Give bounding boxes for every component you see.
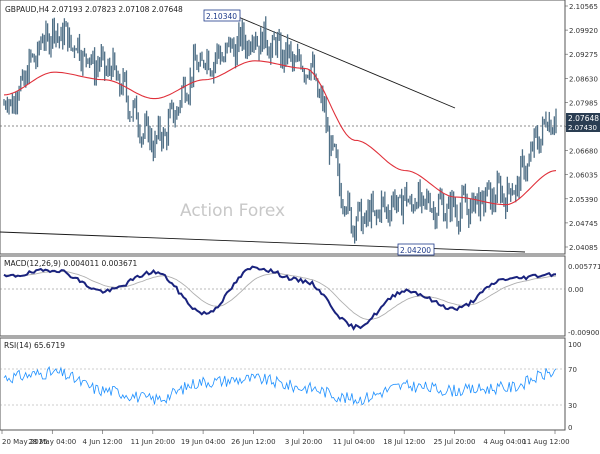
time-axis-label: 4 Jun 12:00 bbox=[83, 438, 123, 446]
chart-svg[interactable]: GBPAUD,H4 2.07193 2.07823 2.07108 2.0764… bbox=[0, 0, 600, 450]
price-axis-label: 2.09275 bbox=[569, 51, 598, 59]
rsi-scale-100: 100 bbox=[568, 341, 581, 349]
time-axis-label: 28 May 04:00 bbox=[28, 438, 76, 446]
macd-panel[interactable] bbox=[0, 255, 566, 337]
rsi-scale-0: 0 bbox=[568, 424, 572, 432]
time-axis-label: 11 Jun 20:00 bbox=[131, 438, 175, 446]
time-axis-label: 3 Jul 20:00 bbox=[285, 438, 323, 446]
time-axis-label: 25 Jul 20:00 bbox=[433, 438, 475, 446]
rsi-scale-30: 30 bbox=[568, 402, 577, 410]
level-tag: 2.07430 bbox=[568, 124, 597, 132]
high-label: 2.10340 bbox=[206, 12, 237, 21]
watermark: Action Forex bbox=[180, 201, 285, 221]
macd-title: MACD(12,26,9) 0.004011 0.003671 bbox=[4, 259, 138, 268]
symbol-info: GBPAUD,H4 2.07193 2.07823 2.07108 2.0764… bbox=[5, 5, 183, 14]
rsi-scale-70: 70 bbox=[568, 366, 577, 374]
price-axis-label: 2.10565 bbox=[569, 3, 598, 11]
low-label: 2.04200 bbox=[400, 246, 431, 255]
macd-scale-low: -0.009001 bbox=[568, 329, 600, 337]
price-axis-label: 2.08630 bbox=[569, 75, 598, 83]
price-axis-label: 2.04745 bbox=[569, 220, 598, 228]
price-axis-label: 2.05390 bbox=[569, 196, 598, 204]
macd-scale-high: 0.005771 bbox=[568, 263, 600, 271]
time-axis-label: 19 Jun 04:00 bbox=[181, 438, 225, 446]
current-price-tag: 2.07648 bbox=[568, 114, 599, 123]
time-axis-label: 11 Jul 04:00 bbox=[333, 438, 375, 446]
price-axis-label: 2.06035 bbox=[569, 172, 598, 180]
macd-scale-zero: 0.00 bbox=[568, 286, 584, 294]
price-axis-label: 2.09920 bbox=[569, 27, 598, 35]
time-axis-label: 4 Aug 04:00 bbox=[483, 438, 526, 446]
price-axis-label: 2.07985 bbox=[569, 99, 598, 107]
rsi-title: RSI(14) 65.6719 bbox=[4, 341, 65, 350]
price-axis-label: 2.06680 bbox=[569, 148, 598, 156]
time-axis-label: 18 Jul 12:00 bbox=[383, 438, 425, 446]
chart-window[interactable]: GBPAUD,H4 2.07193 2.07823 2.07108 2.0764… bbox=[0, 0, 600, 450]
time-axis-label: 26 Jun 12:00 bbox=[231, 438, 275, 446]
time-axis-label: 11 Aug 12:00 bbox=[522, 438, 569, 446]
time-axis: 20 May 202528 May 04:00 4 Jun 12:00 11 Jun… bbox=[1, 430, 570, 446]
price-axis-label: 2.04085 bbox=[569, 244, 598, 252]
